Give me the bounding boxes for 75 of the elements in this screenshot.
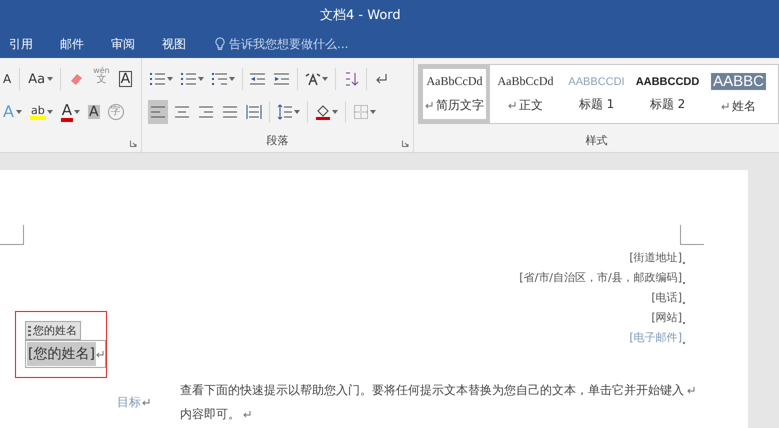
numbering-icon xyxy=(181,71,197,87)
lightbulb-icon xyxy=(215,37,225,51)
paragraph-mark-icon xyxy=(243,411,251,418)
distributed-icon xyxy=(246,104,262,120)
caret-icon xyxy=(370,110,376,114)
change-case-button[interactable]: Aa xyxy=(25,67,56,91)
decrease-indent-icon xyxy=(250,71,266,87)
paragraph-mark-icon xyxy=(683,342,686,345)
crop-mark-icon xyxy=(680,225,704,245)
style-name: 简历文字 xyxy=(425,97,484,114)
caret-icon xyxy=(322,77,328,81)
style-preview: AABBC xyxy=(711,73,766,90)
justify-icon xyxy=(222,104,238,120)
dialog-launcher-icon[interactable] xyxy=(130,140,137,147)
style-preview: AABBCCDD xyxy=(636,76,699,88)
ribbon-tab[interactable]: 视图 xyxy=(162,34,186,54)
section-heading: 目标 xyxy=(117,382,150,423)
caret-icon xyxy=(74,110,80,114)
body-text: 查看下面的快速提示以帮助您入门。要将任何提示文本替换为您自己的文本，单击它并开始键入 xyxy=(180,382,695,399)
borders-icon xyxy=(353,104,369,120)
style-name: 正文 xyxy=(508,97,543,114)
ribbon-tab[interactable]: 引用 xyxy=(9,34,33,54)
body-text: 内容即可。 xyxy=(180,406,695,423)
dialog-launcher-icon[interactable] xyxy=(402,140,409,147)
style-preview: AaBbCcDd xyxy=(426,74,482,89)
tell-me-field[interactable]: 告诉我您想要做什么... xyxy=(229,36,348,52)
caret-icon xyxy=(47,77,54,81)
multilevel-list-icon xyxy=(212,71,228,87)
paragraph-mark-icon xyxy=(683,282,686,285)
alignment-button[interactable] xyxy=(148,100,168,124)
eraser-icon xyxy=(68,71,84,87)
caret-icon xyxy=(16,110,22,114)
address-line: [网站] xyxy=(651,310,686,325)
paint-bucket-icon xyxy=(315,104,331,120)
font-color-button[interactable]: A xyxy=(58,100,82,124)
character-shading-button[interactable]: A xyxy=(86,100,102,124)
sort-icon xyxy=(343,71,359,87)
caret-icon xyxy=(332,110,338,114)
line-spacing-icon xyxy=(277,104,293,120)
style-name: 标题 1 xyxy=(578,96,614,112)
drag-handle-icon xyxy=(28,326,31,336)
bullets-icon xyxy=(150,71,166,87)
paragraph-mark-icon xyxy=(683,262,686,265)
highlight-button[interactable]: ab xyxy=(28,100,55,124)
align-right-icon xyxy=(198,104,214,120)
caret-icon xyxy=(294,110,300,114)
align-left-icon xyxy=(150,104,166,120)
style-name: 姓名 xyxy=(721,98,756,115)
address-line: [电话] xyxy=(651,290,686,305)
asian-layout-icon xyxy=(305,71,321,87)
caret-icon xyxy=(198,77,204,81)
grow-font-button[interactable]: A xyxy=(0,67,14,91)
style-preview: AaBbCcDd xyxy=(498,74,554,89)
address-line: [电子邮件] xyxy=(629,330,686,345)
style-item[interactable]: AaBbCcDd 简历文字 xyxy=(419,65,490,123)
ribbon-tab[interactable]: 审阅 xyxy=(111,34,135,54)
crop-mark-icon xyxy=(0,225,24,245)
paragraph-mark-icon xyxy=(683,302,686,305)
address-line: [省/市/自治区，市/县，邮政编码] xyxy=(519,270,686,285)
paragraph-mark-icon xyxy=(142,399,150,406)
group-label: 样式 xyxy=(586,133,608,148)
caret-icon xyxy=(229,77,235,81)
group-label: 段落 xyxy=(266,133,288,148)
window-title: 文档4 - Word xyxy=(320,7,401,24)
align-center-icon xyxy=(174,104,190,120)
address-line: [街道地址] xyxy=(629,250,686,265)
style-preview: AABBCCDI xyxy=(568,76,625,88)
increase-indent-icon xyxy=(274,71,290,87)
style-name: 标题 2 xyxy=(650,96,686,112)
ribbon-tab[interactable]: 邮件 xyxy=(60,34,84,54)
caret-icon xyxy=(167,77,173,81)
paragraph-mark-icon xyxy=(687,387,695,394)
caret-icon xyxy=(46,110,53,114)
content-control-tag[interactable]: 您的姓名 xyxy=(25,321,81,340)
paragraph-mark-icon xyxy=(683,322,686,325)
